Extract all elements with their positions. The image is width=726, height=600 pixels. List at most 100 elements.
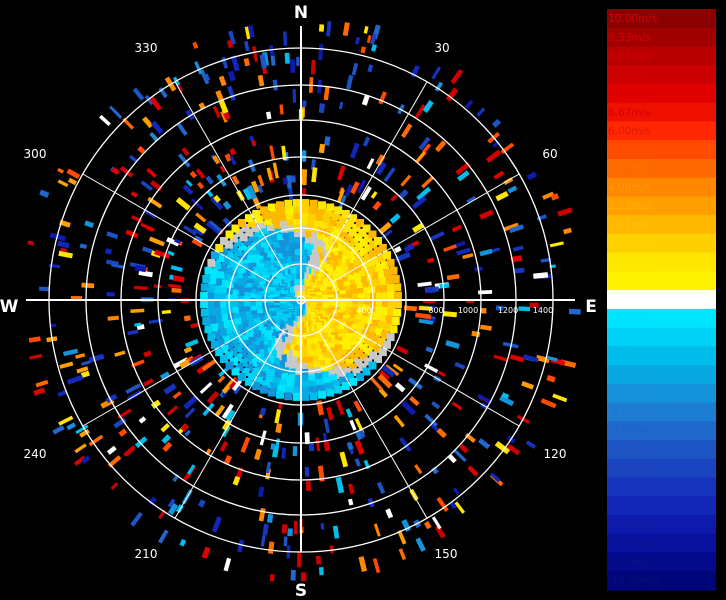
velocity-cell: [393, 283, 402, 292]
echo-cell: [318, 567, 324, 576]
echo-cell: [518, 306, 531, 312]
echo-cell: [302, 100, 307, 108]
velocity-cell: [393, 300, 402, 309]
legend-label: -4.00m/s: [608, 407, 654, 419]
legend-label: -8.67m/s: [608, 538, 654, 550]
legend-label: -6.67m/s: [608, 482, 654, 494]
velocity-cell: [259, 385, 268, 394]
cardinal-label-w: W: [0, 297, 19, 317]
azimuth-label-120: 120: [544, 447, 567, 461]
legend-label: 0.00m/s: [608, 294, 651, 306]
velocity-cell: [284, 199, 293, 208]
legend-label: 4.00m/s: [608, 182, 651, 194]
legend-label: -2.00m/s: [608, 351, 654, 363]
azimuth-label-210: 210: [135, 547, 158, 561]
velocity-cell: [207, 333, 216, 342]
velocity-cell: [386, 258, 395, 267]
velocity-cell: [259, 206, 268, 215]
legend-label: 5.33m/s: [608, 144, 651, 156]
legend-label: -8.00m/s: [608, 519, 654, 531]
echo-cell: [315, 555, 322, 565]
velocity-cell: [309, 392, 318, 401]
velocity-cell: [267, 203, 276, 212]
echo-cell: [300, 572, 307, 582]
legend-label: 9.33m/s: [608, 32, 651, 44]
velocity-cell: [301, 392, 310, 401]
echo-cell: [305, 481, 311, 491]
legend-label: 1.33m/s: [608, 257, 651, 269]
velocity-cell: [220, 355, 228, 363]
velocity-cell: [292, 392, 301, 401]
velocity-cell: [374, 237, 382, 245]
legend-label: 8.00m/s: [608, 69, 651, 81]
velocity-cell: [309, 199, 318, 208]
velocity-cell: [292, 199, 301, 208]
legend-label: 4.67m/s: [608, 163, 651, 175]
echo-cell: [292, 446, 298, 457]
echo-cell: [81, 282, 95, 289]
velocity-cell: [389, 266, 398, 275]
velocity-cell: [391, 275, 400, 283]
velocity-cell: [284, 392, 293, 401]
legend-label: 2.00m/s: [608, 238, 651, 250]
echo-cell: [281, 524, 288, 534]
legend-label: 8.67m/s: [608, 51, 651, 63]
velocity-cell: [267, 388, 276, 397]
velocity-cell: [393, 291, 402, 300]
echo-cell: [568, 308, 581, 315]
echo-cell: [283, 536, 288, 547]
legend-label: -9.33m/s: [608, 557, 654, 569]
range-label-1000: 1000: [458, 306, 478, 315]
echo-cell: [425, 287, 436, 294]
range-label-1200: 1200: [498, 306, 518, 315]
velocity-cell: [202, 275, 211, 283]
cardinal-label-n: N: [294, 3, 308, 23]
velocity-cell: [389, 325, 398, 334]
echo-cell: [290, 569, 296, 581]
legend-label: -6.00m/s: [608, 463, 654, 475]
echo-cell: [439, 283, 450, 289]
velocity-cell: [200, 308, 209, 317]
velocity-cell: [326, 203, 335, 212]
azimuth-label-330: 330: [135, 41, 158, 55]
echo-cell: [171, 287, 182, 294]
velocity-cell: [356, 373, 364, 381]
legend-label: -0.67m/s: [608, 313, 654, 325]
legend-label: 6.67m/s: [608, 107, 651, 119]
legend-label: 2.67m/s: [608, 219, 651, 231]
velocity-cell: [318, 201, 326, 210]
echo-cell: [269, 574, 275, 582]
range-label-800: 800: [428, 306, 443, 315]
echo-cell: [304, 466, 310, 477]
echo-cell: [282, 177, 288, 185]
velocity-cell: [204, 266, 213, 275]
velocity-cell: [334, 385, 343, 394]
range-label-1400: 1400: [533, 306, 553, 315]
echo-cell: [320, 523, 325, 530]
velocity-cell: [204, 325, 213, 334]
velocity-cell: [326, 388, 335, 397]
legend-label: -5.33m/s: [608, 444, 654, 456]
echo-cell: [310, 59, 316, 75]
legend-label: -2.67m/s: [608, 369, 654, 381]
velocity-cell: [276, 201, 284, 210]
echo-cell: [287, 528, 293, 537]
azimuth-label-150: 150: [435, 547, 458, 561]
echo-cell: [301, 150, 307, 162]
echo-cell: [296, 56, 300, 66]
echo-cell: [301, 169, 308, 186]
velocity-cell: [200, 300, 209, 309]
radar-velocity-display: N E S W 30 60 120 150 210 240 300 330 40…: [0, 0, 726, 600]
velocity-cell: [207, 258, 216, 267]
velocity-cell: [391, 317, 400, 325]
range-label-400: 400: [356, 306, 371, 315]
echo-cell: [70, 296, 83, 300]
azimuth-label-30: 30: [434, 41, 449, 55]
echo-cell: [284, 52, 290, 64]
echo-cell: [318, 24, 325, 32]
azimuth-label-300: 300: [24, 147, 47, 161]
velocity-cell: [276, 390, 284, 399]
velocity-cell: [200, 291, 209, 300]
cardinal-label-e: E: [585, 297, 597, 317]
velocity-cell: [393, 308, 402, 317]
